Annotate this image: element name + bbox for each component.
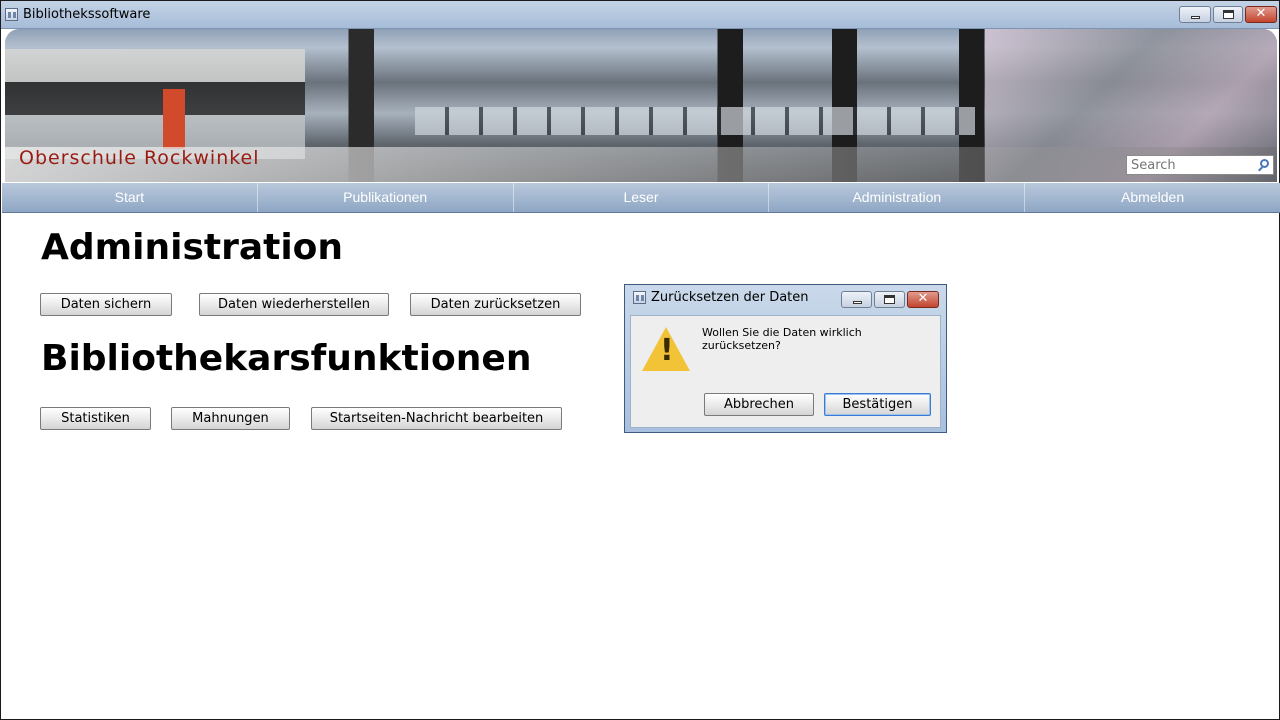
dialog-body: ! Wollen Sie die Daten wirklich zurückse…	[630, 315, 941, 428]
minimize-icon	[1191, 16, 1200, 19]
dialog-minimize-button[interactable]	[841, 291, 872, 308]
library-functions-heading: Bibliothekarsfunktionen	[41, 338, 532, 379]
close-icon: ✕	[917, 291, 929, 306]
search-icon[interactable]	[1260, 159, 1269, 168]
confirm-button[interactable]: Bestätigen	[824, 393, 931, 416]
dialog-message: Wollen Sie die Daten wirklich zurücksetz…	[702, 326, 862, 352]
edit-homepage-message-button[interactable]: Startseiten-Nachricht bearbeiten	[311, 407, 562, 430]
school-name: Oberschule Rockwinkel	[19, 147, 260, 169]
app-icon	[5, 8, 18, 21]
main-nav: Start Publikationen Leser Administration…	[2, 183, 1280, 213]
header-banner: Oberschule Rockwinkel	[5, 29, 1277, 182]
cancel-button[interactable]: Abbrechen	[704, 393, 814, 416]
reset-data-button[interactable]: Daten zurücksetzen	[410, 293, 581, 316]
title-bar: Bibliothekssoftware ✕	[1, 1, 1279, 29]
nav-item-start[interactable]: Start	[2, 183, 258, 212]
statistics-button[interactable]: Statistiken	[40, 407, 151, 430]
dialog-app-icon	[633, 291, 646, 304]
minimize-button[interactable]	[1179, 6, 1211, 23]
nav-item-leser[interactable]: Leser	[514, 183, 770, 212]
banner-photo-windows	[415, 107, 975, 135]
maximize-button[interactable]	[1213, 6, 1243, 23]
dialog-title: Zurücksetzen der Daten	[651, 290, 809, 305]
nav-item-abmelden[interactable]: Abmelden	[1025, 183, 1280, 212]
banner-photo-door	[163, 89, 185, 149]
nav-item-administration[interactable]: Administration	[769, 183, 1026, 212]
reset-confirm-dialog: Zurücksetzen der Daten ✕ ! Wollen Sie di…	[624, 284, 947, 433]
dialog-maximize-button[interactable]	[874, 291, 905, 308]
window-title: Bibliothekssoftware	[23, 7, 151, 22]
maximize-icon	[884, 295, 895, 304]
banner-photo-building	[5, 49, 305, 159]
maximize-icon	[1223, 10, 1234, 19]
dialog-close-button[interactable]: ✕	[907, 291, 939, 308]
backup-data-button[interactable]: Daten sichern	[40, 293, 172, 316]
search-input[interactable]	[1131, 157, 1251, 173]
nav-item-publikationen[interactable]: Publikationen	[258, 183, 514, 212]
search-box[interactable]	[1126, 155, 1274, 175]
warning-mark: !	[660, 333, 674, 368]
close-button[interactable]: ✕	[1245, 6, 1277, 23]
restore-data-button[interactable]: Daten wiederherstellen	[199, 293, 389, 316]
close-icon: ✕	[1255, 6, 1267, 21]
reminders-button[interactable]: Mahnungen	[171, 407, 290, 430]
admin-heading: Administration	[41, 227, 344, 268]
minimize-icon	[853, 301, 862, 304]
